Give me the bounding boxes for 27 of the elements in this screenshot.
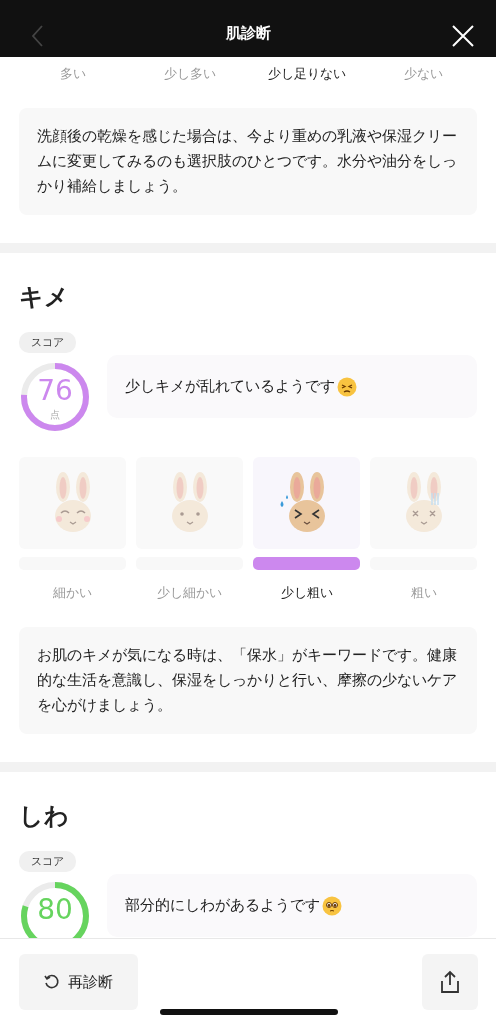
score-unit: 点 (49, 408, 61, 422)
level-label: 少し多い (162, 65, 217, 83)
emoji-face-icon (322, 895, 342, 916)
level-label: 細かい (52, 584, 93, 602)
level-label: 少ない (403, 65, 444, 83)
level-label: 少し粗い (279, 584, 334, 602)
advice-text: お肌のキメが気になる時は、「保水」がキーワードです。健康的な生活を意識し、保湿をしっかりと行い、摩擦の少ないケアを心がけましょう。 (19, 627, 477, 734)
level-label: 粗い (409, 584, 438, 602)
score-label: スコア (19, 851, 76, 872)
share-icon (440, 970, 460, 994)
level-label: 少し足りない (266, 65, 347, 83)
score-label: スコア (19, 332, 76, 353)
section-title: キメ (19, 282, 70, 313)
emoji-face-icon (337, 376, 357, 397)
result-message: 部分的にしわがあるようです (125, 896, 320, 915)
score-value: 80 (36, 895, 74, 925)
advice-text: 洗顔後の乾燥を感じた場合は、今より重めの乳液や保湿クリームに変更してみるのも選択肢のひとつです。水分や油分をしっかり補給しましょう。 (19, 108, 477, 215)
close-icon[interactable] (452, 25, 474, 47)
score-value: 76 (36, 376, 74, 406)
level-label: 少し細かい (156, 584, 223, 602)
section-title: しわ (19, 801, 70, 832)
refresh-icon (44, 974, 60, 990)
share-button[interactable] (422, 954, 478, 1010)
level-label: 多い (58, 65, 87, 83)
window-title: 肌診断 (225, 24, 271, 44)
result-message: 少しキメが乱れているようです (125, 377, 335, 396)
rediagnose-button[interactable]: 再診断 (19, 954, 138, 1010)
